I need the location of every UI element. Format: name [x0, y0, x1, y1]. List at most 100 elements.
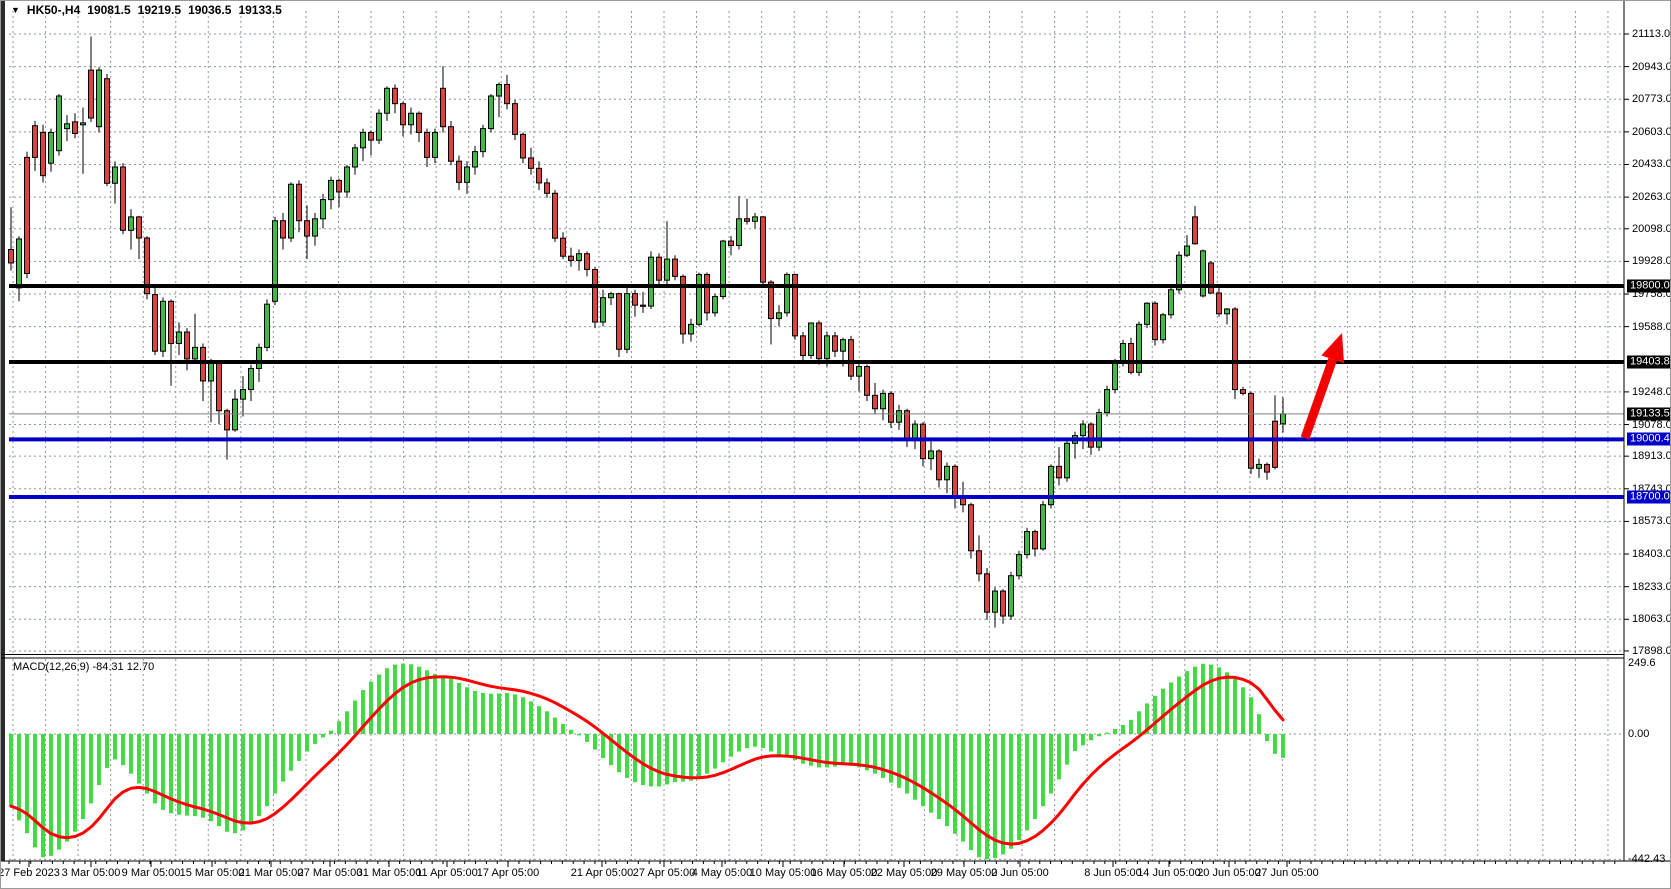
candle-body[interactable] — [585, 254, 590, 270]
candle-body[interactable] — [425, 132, 430, 157]
candle-body[interactable] — [441, 88, 446, 126]
candle-body[interactable] — [633, 294, 638, 306]
candle-body[interactable] — [1041, 505, 1046, 549]
candle-body[interactable] — [513, 104, 518, 135]
candle-body[interactable] — [449, 127, 454, 162]
candle-body[interactable] — [473, 152, 478, 167]
candle-body[interactable] — [73, 122, 78, 134]
candle-body[interactable] — [457, 161, 462, 182]
candle-body[interactable] — [1017, 555, 1022, 576]
dropdown-triangle-icon[interactable]: ▼ — [11, 5, 20, 15]
candle-body[interactable] — [161, 301, 166, 351]
time-tick-label[interactable]: 27 Mar 05:00 — [298, 867, 363, 879]
candle-body[interactable] — [593, 269, 598, 322]
candle-body[interactable] — [185, 332, 190, 359]
candle-body[interactable] — [1257, 464, 1262, 468]
time-tick-label[interactable]: 3 Mar 05:00 — [62, 867, 121, 879]
candle-body[interactable] — [33, 126, 38, 158]
candle-body[interactable] — [1009, 576, 1014, 616]
candle-body[interactable] — [561, 238, 566, 256]
candle-body[interactable] — [1217, 293, 1222, 314]
candle-body[interactable] — [545, 183, 550, 193]
candle-body[interactable] — [177, 332, 182, 344]
candle-body[interactable] — [729, 241, 734, 245]
candle-body[interactable] — [665, 259, 670, 280]
candle-body[interactable] — [761, 217, 766, 282]
candle-body[interactable] — [113, 167, 118, 183]
time-tick-label[interactable]: 10 May 05:00 — [750, 867, 817, 879]
candle-body[interactable] — [713, 297, 718, 313]
candle-body[interactable] — [489, 96, 494, 129]
candle-body[interactable] — [369, 132, 374, 140]
candle-body[interactable] — [393, 88, 398, 103]
candle-body[interactable] — [305, 221, 310, 236]
candle-body[interactable] — [889, 393, 894, 422]
candle-body[interactable] — [1129, 344, 1134, 373]
time-tick-label[interactable]: 9 Mar 05:00 — [122, 867, 181, 879]
candle-body[interactable] — [1193, 217, 1198, 244]
candle-body[interactable] — [265, 304, 270, 347]
candle-body[interactable] — [745, 219, 750, 221]
candle-body[interactable] — [81, 123, 86, 125]
candle-body[interactable] — [1137, 324, 1142, 372]
candle-body[interactable] — [137, 217, 142, 238]
candle-body[interactable] — [793, 274, 798, 335]
price-highlight-label[interactable]: 19000.4 — [1627, 433, 1671, 446]
candle-body[interactable] — [233, 399, 238, 430]
candle-body[interactable] — [481, 129, 486, 152]
candle-body[interactable] — [377, 113, 382, 140]
candle-body[interactable] — [337, 180, 342, 192]
candle-body[interactable] — [913, 424, 918, 439]
price-chart-svg[interactable] — [1, 1, 1671, 889]
candle-body[interactable] — [105, 79, 110, 184]
candle-body[interactable] — [945, 466, 950, 479]
candle-body[interactable] — [1033, 532, 1038, 549]
candle-body[interactable] — [153, 295, 158, 352]
candle-body[interactable] — [201, 347, 206, 381]
candle-body[interactable] — [1065, 443, 1070, 478]
candle-body[interactable] — [345, 167, 350, 192]
time-tick-label[interactable]: 21 Mar 05:00 — [239, 867, 304, 879]
candle-body[interactable] — [577, 254, 582, 261]
candle-body[interactable] — [353, 148, 358, 167]
candle-body[interactable] — [257, 347, 262, 368]
time-tick-label[interactable]: 16 May 05:00 — [811, 867, 878, 879]
candle-body[interactable] — [721, 241, 726, 296]
candle-body[interactable] — [1113, 363, 1118, 390]
candle-body[interactable] — [65, 124, 70, 129]
candle-body[interactable] — [1081, 424, 1086, 436]
candle-body[interactable] — [1225, 309, 1230, 314]
candle-body[interactable] — [313, 219, 318, 236]
time-tick-label[interactable]: 14 Jun 05:00 — [1137, 867, 1201, 879]
candle-body[interactable] — [297, 184, 302, 220]
price-highlight-label[interactable]: 19133.5 — [1627, 407, 1671, 420]
candle-body[interactable] — [809, 323, 814, 355]
candle-body[interactable] — [249, 368, 254, 389]
candle-body[interactable] — [993, 591, 998, 612]
candle-body[interactable] — [169, 301, 174, 343]
candle-body[interactable] — [121, 167, 126, 230]
candle-body[interactable] — [1121, 344, 1126, 363]
candle-body[interactable] — [1185, 246, 1190, 255]
time-tick-label[interactable]: 29 May 05:00 — [931, 867, 998, 879]
candle-body[interactable] — [777, 313, 782, 319]
candle-body[interactable] — [417, 113, 422, 132]
candle-body[interactable] — [785, 274, 790, 312]
candle-body[interactable] — [41, 132, 46, 175]
candle-body[interactable] — [9, 250, 14, 263]
candle-body[interactable] — [329, 180, 334, 199]
candle-body[interactable] — [273, 221, 278, 302]
candle-body[interactable] — [841, 340, 846, 352]
time-tick-label[interactable]: 11 Apr 05:00 — [416, 867, 478, 879]
candle-body[interactable] — [1057, 466, 1062, 478]
candle-body[interactable] — [1169, 290, 1174, 315]
candle-body[interactable] — [977, 551, 982, 574]
candle-body[interactable] — [1001, 591, 1006, 616]
candle-body[interactable] — [209, 363, 214, 381]
candle-body[interactable] — [1249, 393, 1254, 468]
candle-body[interactable] — [1265, 464, 1270, 472]
candle-body[interactable] — [865, 367, 870, 396]
candle-body[interactable] — [505, 84, 510, 103]
candle-body[interactable] — [321, 200, 326, 219]
candle-body[interactable] — [1153, 303, 1158, 339]
